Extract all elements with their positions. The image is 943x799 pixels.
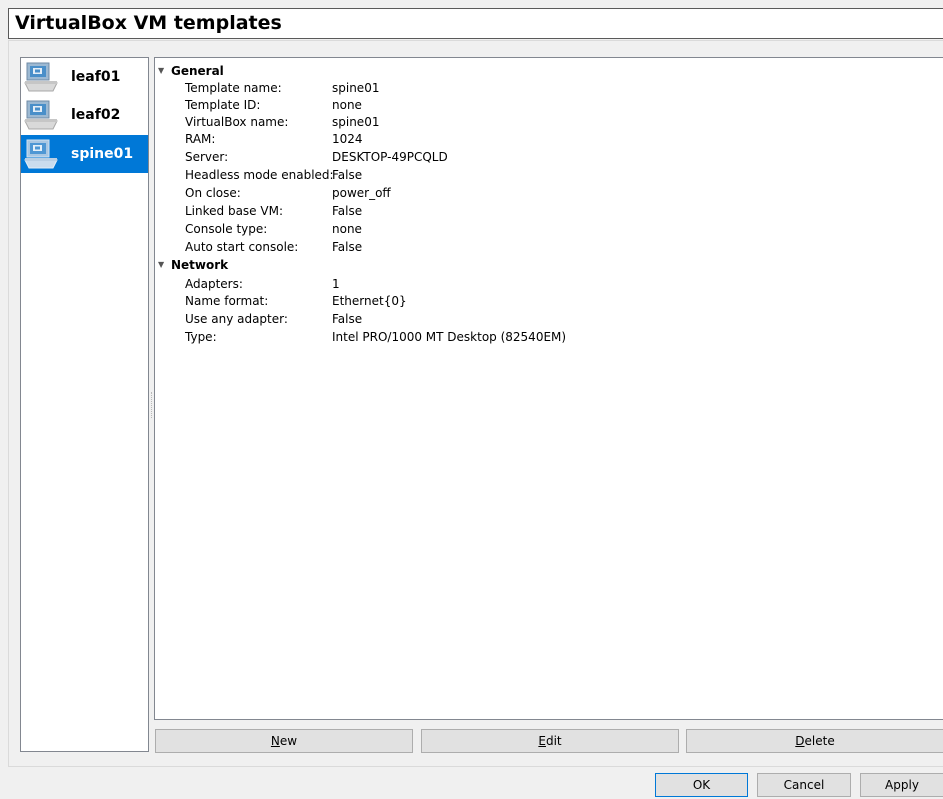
template-label: leaf01 — [71, 69, 121, 85]
info-value: spine01 — [332, 81, 380, 95]
template-item-spine01[interactable]: spine01 — [21, 135, 148, 173]
info-value: Intel PRO/1000 MT Desktop (82540EM) — [332, 330, 567, 344]
vm-templates-page: VirtualBox VM templates leaf01 leaf02 sp… — [0, 0, 943, 799]
page-title-bar: VirtualBox VM templates — [8, 8, 943, 39]
info-key: Use any adapter: — [185, 312, 288, 326]
info-value: False — [332, 312, 363, 326]
splitter-handle[interactable] — [151, 392, 153, 418]
info-value: False — [332, 204, 363, 218]
mnemonic-n: N — [270, 734, 280, 748]
info-key: Headless mode enabled: — [185, 168, 334, 182]
info-key: Auto start console: — [185, 240, 299, 254]
vm-monitor-icon — [24, 62, 58, 92]
template-item-leaf01[interactable]: leaf01 — [21, 58, 148, 96]
section-general[interactable]: ▼ General — [155, 62, 455, 80]
template-info-tree[interactable]: ▼ General Template name: spine01 Templat… — [154, 57, 943, 720]
info-key: On close: — [185, 186, 241, 200]
delete-button[interactable]: Delete — [686, 729, 943, 753]
template-list[interactable]: leaf01 leaf02 spine01 — [20, 57, 149, 752]
info-key: Template ID: — [185, 98, 261, 112]
mnemonic-e: E — [538, 734, 546, 748]
edit-label-rest: dit — [545, 734, 562, 748]
info-key: RAM: — [185, 132, 216, 146]
vm-monitor-icon — [24, 139, 58, 169]
info-value: DESKTOP-49PCQLD — [332, 150, 448, 164]
info-key: Linked base VM: — [185, 204, 283, 218]
template-label: spine01 — [71, 146, 134, 162]
apply-button[interactable]: Apply — [860, 773, 943, 797]
info-key: Console type: — [185, 222, 268, 236]
info-key: Template name: — [185, 81, 282, 95]
template-item-leaf02[interactable]: leaf02 — [21, 96, 148, 134]
ok-button[interactable]: OK — [655, 773, 748, 797]
page-title: VirtualBox VM templates — [15, 12, 282, 34]
info-key: Name format: — [185, 294, 269, 308]
info-value: False — [332, 168, 363, 182]
new-button[interactable]: New — [155, 729, 413, 753]
info-value: power_off — [332, 186, 391, 200]
info-key: Server: — [185, 150, 229, 164]
section-label: General — [171, 64, 224, 78]
info-value: Ethernet{0} — [332, 294, 407, 308]
section-label: Network — [171, 258, 229, 272]
info-key: Type: — [185, 330, 217, 344]
info-value: 1024 — [332, 132, 363, 146]
info-value: spine01 — [332, 115, 380, 129]
section-network[interactable]: ▼ Network — [155, 256, 455, 274]
vm-monitor-icon — [24, 100, 58, 130]
template-label: leaf02 — [71, 107, 121, 123]
expand-caret-icon[interactable]: ▼ — [158, 62, 164, 80]
info-value: False — [332, 240, 363, 254]
info-key: VirtualBox name: — [185, 115, 289, 129]
delete-label-rest: elete — [804, 734, 835, 748]
new-label-rest: ew — [279, 734, 298, 748]
info-value: none — [332, 98, 362, 112]
info-key: Adapters: — [185, 277, 243, 291]
edit-button[interactable]: Edit — [421, 729, 679, 753]
expand-caret-icon[interactable]: ▼ — [158, 256, 164, 274]
info-value: 1 — [332, 277, 340, 291]
info-value: none — [332, 222, 362, 236]
mnemonic-d: D — [795, 734, 805, 748]
cancel-button[interactable]: Cancel — [757, 773, 851, 797]
